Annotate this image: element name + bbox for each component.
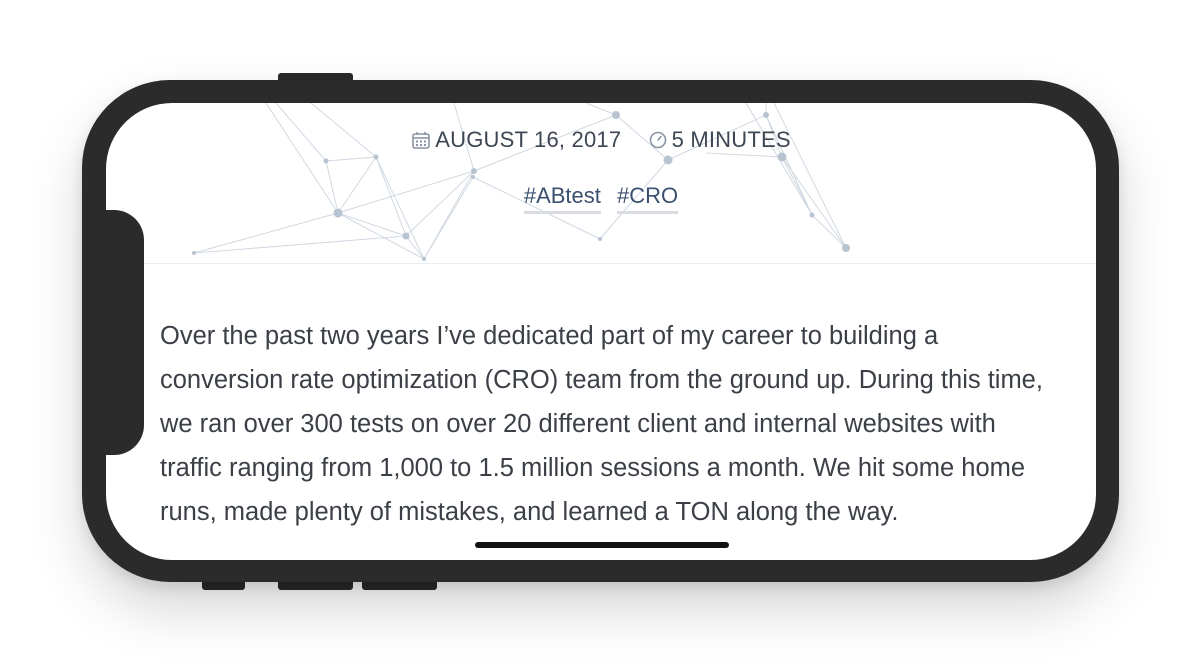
- post-date: AUGUST 16, 2017: [411, 127, 621, 153]
- post-tags: #ABtest #CRO: [106, 183, 1096, 214]
- tag-cro[interactable]: #CRO: [617, 183, 679, 214]
- header-divider: [144, 263, 1096, 264]
- post-read-time-text: 5 MINUTES: [671, 127, 791, 152]
- article-body: Over the past two years I’ve dedicated p…: [160, 322, 1043, 526]
- home-indicator[interactable]: [475, 542, 729, 548]
- post-meta: AUGUST 16, 2017 5 MINUTES: [106, 127, 1096, 156]
- post-date-text: AUGUST 16, 2017: [435, 127, 622, 152]
- phone-frame: AUGUST 16, 2017 5 MINUTES #ABtest #CRO O…: [82, 80, 1119, 582]
- phone-notch: [106, 210, 144, 455]
- device-mockup: AUGUST 16, 2017 5 MINUTES #ABtest #CRO O…: [0, 0, 1200, 666]
- clock-icon: [649, 131, 666, 149]
- tag-abtest[interactable]: #ABtest: [523, 183, 601, 214]
- calendar-icon: [412, 132, 431, 149]
- post-read-time: 5 MINUTES: [648, 127, 791, 153]
- phone-screen: AUGUST 16, 2017 5 MINUTES #ABtest #CRO O…: [106, 103, 1096, 560]
